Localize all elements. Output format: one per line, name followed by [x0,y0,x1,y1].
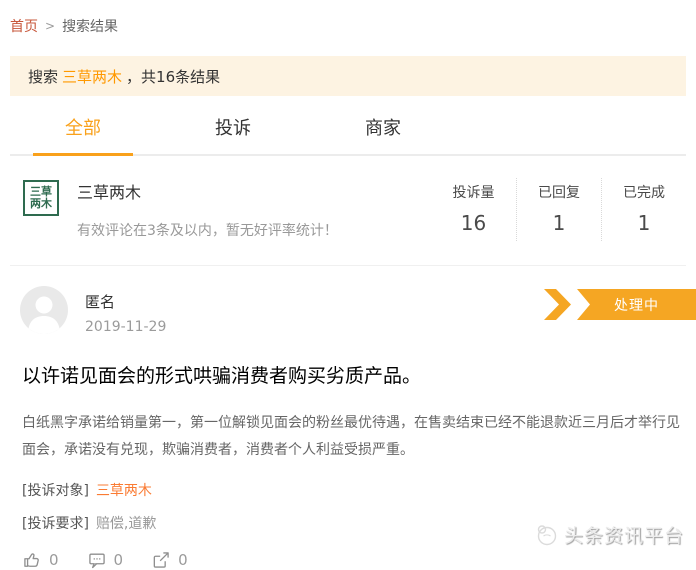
complaint-author: 匿名 [85,291,166,312]
stat-complaints-value: 16 [431,211,516,235]
stat-complaints-label: 投诉量 [431,182,516,202]
breadcrumb-separator: > [45,19,55,33]
field-complaint-target-value[interactable]: 三草两木 [96,483,152,499]
field-complaint-target: [投诉对象] 三草两木 [22,480,686,500]
breadcrumb-home-link[interactable]: 首页 [10,16,38,36]
complaint-date: 2019-11-29 [85,319,166,335]
complaint-meta: 匿名 2019-11-29 [85,286,166,335]
search-summary-bar: 搜索 三草两木 ，共16条结果 [10,56,686,96]
complaint-actions: 0 0 0 [22,550,686,570]
stat-completed-label: 已完成 [602,182,686,202]
merchant-logo-line2: 两木 [30,198,52,210]
share-icon [151,550,171,570]
share-button[interactable]: 0 [151,550,188,570]
breadcrumb-current: 搜索结果 [62,16,118,36]
merchant-rating-note: 有效评论在3条及以内，暂无好评率统计！ [77,220,431,240]
field-complaint-request: [投诉要求] 赔偿,道歉 [22,513,686,533]
merchant-info: 三草两木 有效评论在3条及以内，暂无好评率统计！ [77,176,431,240]
complaint-header: 匿名 2019-11-29 处理中 [10,286,686,335]
complaint-fields: [投诉对象] 三草两木 [投诉要求] 赔偿,道歉 [22,480,686,533]
like-button[interactable]: 0 [22,550,59,570]
result-tabs: 全部 投诉 商家 [10,108,686,156]
comment-button[interactable]: 0 [87,550,124,570]
comment-icon [87,550,107,570]
avatar [20,286,68,334]
stat-replied: 已回复 1 [516,178,601,241]
search-keyword: 三草两木 [62,66,122,87]
breadcrumb: 首页 > 搜索结果 [10,0,686,36]
stat-replied-value: 1 [517,211,601,235]
search-summary-prefix: 搜索 [28,66,58,87]
like-count: 0 [49,551,59,569]
tab-merchants[interactable]: 商家 [333,108,433,154]
complaint-body: 白纸黑字承诺给销量第一，第一位解锁见面会的粉丝最优待遇，在售卖结束已经不能退款近… [22,410,684,464]
field-complaint-request-value: 赔偿,道歉 [96,516,156,532]
complaint-title-link[interactable]: 以许诺见面会的形式哄骗消费者购买劣质产品。 [22,361,686,388]
merchant-name-link[interactable]: 三草两木 [77,179,431,203]
tab-all[interactable]: 全部 [33,108,133,156]
status-badge-label: 处理中 [577,289,696,320]
search-results-page: 首页 > 搜索结果 搜索 三草两木 ，共16条结果 全部 投诉 商家 三草 两木… [0,0,696,568]
field-complaint-request-label: [投诉要求] [22,516,89,532]
comment-count: 0 [114,551,124,569]
stat-complaints: 投诉量 16 [431,178,516,241]
person-icon [20,286,68,334]
merchant-stats: 投诉量 16 已回复 1 已完成 1 [431,178,686,241]
stat-completed-value: 1 [602,211,686,235]
status-badge: 处理中 [544,289,696,320]
merchant-logo: 三草 两木 [23,180,59,216]
search-summary-count: ，共16条结果 [126,66,220,87]
share-count: 0 [178,551,188,569]
field-complaint-target-label: [投诉对象] [22,483,89,499]
ribbon-chevron-icon [544,289,571,320]
complaint-item: 匿名 2019-11-29 处理中 以许诺见面会的形式哄骗消费者购买劣质产品。 … [10,286,686,570]
merchant-card: 三草 两木 三草两木 有效评论在3条及以内，暂无好评率统计！ 投诉量 16 已回… [10,176,686,266]
stat-replied-label: 已回复 [517,182,601,202]
tab-complaints[interactable]: 投诉 [183,108,283,154]
thumbs-up-icon [22,550,42,570]
stat-completed: 已完成 1 [601,178,686,241]
